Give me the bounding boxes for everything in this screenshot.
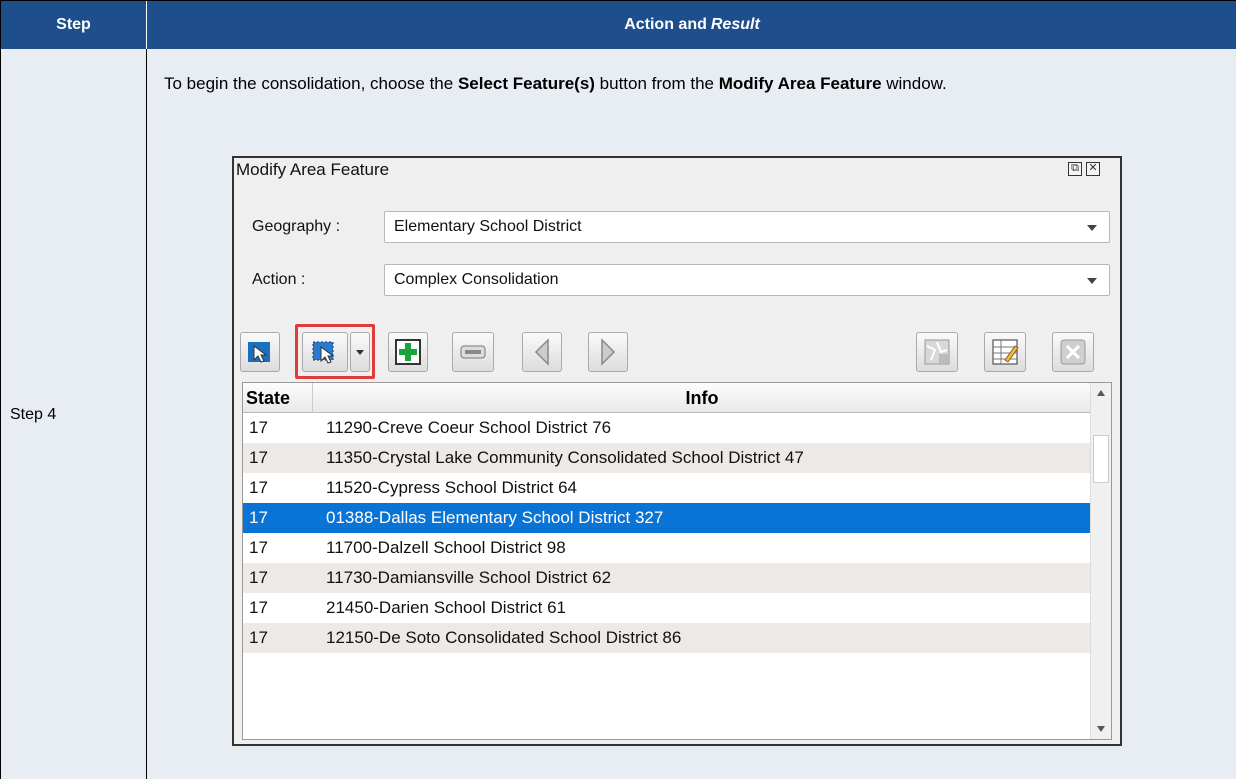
cell-info: 21450-Darien School District 61: [326, 598, 567, 617]
cell-state: 17: [249, 598, 268, 617]
select-area-button[interactable]: [240, 332, 280, 372]
geography-value: Elementary School District: [394, 218, 582, 235]
map-icon: [924, 339, 950, 365]
cell-info: 01388-Dallas Elementary School District …: [326, 508, 664, 527]
highlight-box: [295, 324, 375, 379]
next-button[interactable]: [588, 332, 628, 372]
instruction-text: To begin the consolidation, choose the S…: [164, 71, 1214, 96]
chevron-right-icon: [601, 338, 616, 366]
instruction-part: To begin the consolidation, choose the: [164, 74, 458, 93]
select-area-icon: [248, 342, 270, 363]
instruction-part: window.: [881, 74, 947, 93]
cell-state: 17: [249, 478, 268, 497]
grid-header: State Info: [243, 383, 1091, 413]
scroll-thumb[interactable]: [1093, 435, 1109, 483]
cell-info: 11520-Cypress School District 64: [326, 478, 578, 497]
vertical-scrollbar[interactable]: [1090, 383, 1111, 739]
attribute-table-button[interactable]: [984, 332, 1026, 372]
table-edit-icon: [992, 339, 1019, 365]
action-select[interactable]: Complex Consolidation: [384, 264, 1110, 296]
table-row[interactable]: 17 11290-Creve Coeur School District 76: [243, 413, 1091, 443]
map-zoom-button[interactable]: [916, 332, 958, 372]
table-row[interactable]: 17 21450-Darien School District 61: [243, 593, 1091, 623]
header-step: Step: [1, 1, 147, 49]
cell-info: 11350-Crystal Lake Community Consolidate…: [326, 448, 804, 467]
results-grid[interactable]: State Info 17 11290-Creve Coeur School Di…: [242, 382, 1112, 740]
instruction-part: button from the: [594, 74, 719, 93]
close-icon[interactable]: ✕: [1086, 162, 1100, 176]
grid-rows: 17 11290-Creve Coeur School District 76 17…: [243, 413, 1091, 653]
cell-state: 17: [249, 508, 268, 527]
geography-select[interactable]: Elementary School District: [384, 211, 1110, 243]
cell-state: 17: [249, 418, 268, 437]
cell-info: 11730-Damiansville School District 62: [326, 568, 612, 587]
column-header-state[interactable]: State: [243, 383, 313, 413]
remove-feature-button[interactable]: [452, 332, 494, 372]
action-value: Complex Consolidation: [394, 271, 559, 288]
header-action: Action and Result: [147, 1, 1236, 49]
column-header-info[interactable]: Info: [313, 383, 1091, 413]
instruction-bold-select-features: Select Feature(s): [457, 74, 595, 93]
minus-icon: [460, 345, 486, 359]
cell-info: 11290-Creve Coeur School District 76: [326, 418, 612, 437]
close-selection-button[interactable]: [1052, 332, 1094, 372]
cell-info: 12150-De Soto Consolidated School Distri…: [326, 628, 682, 647]
cell-state: 17: [249, 628, 268, 647]
restore-icon[interactable]: ⧉: [1068, 162, 1082, 176]
chevron-down-icon: [1087, 278, 1097, 284]
add-icon: [395, 339, 421, 365]
cell-state: 17: [249, 538, 268, 557]
table-row[interactable]: 17 11730-Damiansville School District 62: [243, 563, 1091, 593]
cell-state: 17: [249, 448, 268, 467]
table-row[interactable]: 17 11520-Cypress School District 64: [243, 473, 1091, 503]
header-action-label: Action and: [624, 16, 707, 33]
table-row[interactable]: 17 11350-Crystal Lake Community Consolida…: [243, 443, 1091, 473]
step-label: Step 4: [10, 405, 57, 423]
table-row[interactable]: 17 11700-Dalzell School District 98: [243, 533, 1091, 563]
action-label: Action :: [252, 271, 306, 288]
table-row[interactable]: 17 01388-Dallas Elementary School Distric…: [243, 503, 1091, 533]
x-icon: [1060, 339, 1086, 365]
instruction-bold-modify-area-feature: Modify Area Feature: [718, 74, 882, 93]
cell-info: 11700-Dalzell School District 98: [326, 538, 566, 557]
cell-state: 17: [249, 568, 268, 587]
add-feature-button[interactable]: [388, 332, 428, 372]
window-title: Modify Area Feature: [236, 160, 390, 179]
previous-button[interactable]: [522, 332, 562, 372]
table-header-row: Step Action and Result: [1, 1, 1236, 49]
chevron-left-icon: [534, 338, 549, 366]
step-cell: Step 4: [1, 49, 147, 779]
modify-area-feature-window: Modify Area Feature ⧉ ✕ Geography : Elem…: [232, 156, 1122, 746]
geography-label: Geography :: [252, 218, 341, 235]
header-step-label: Step: [56, 16, 91, 33]
scroll-up-icon[interactable]: [1091, 383, 1111, 403]
chevron-down-icon: [1087, 225, 1097, 231]
scroll-down-icon[interactable]: [1091, 719, 1111, 739]
header-result-label: Result: [710, 16, 760, 33]
table-row[interactable]: 17 12150-De Soto Consolidated School Dist…: [243, 623, 1091, 653]
